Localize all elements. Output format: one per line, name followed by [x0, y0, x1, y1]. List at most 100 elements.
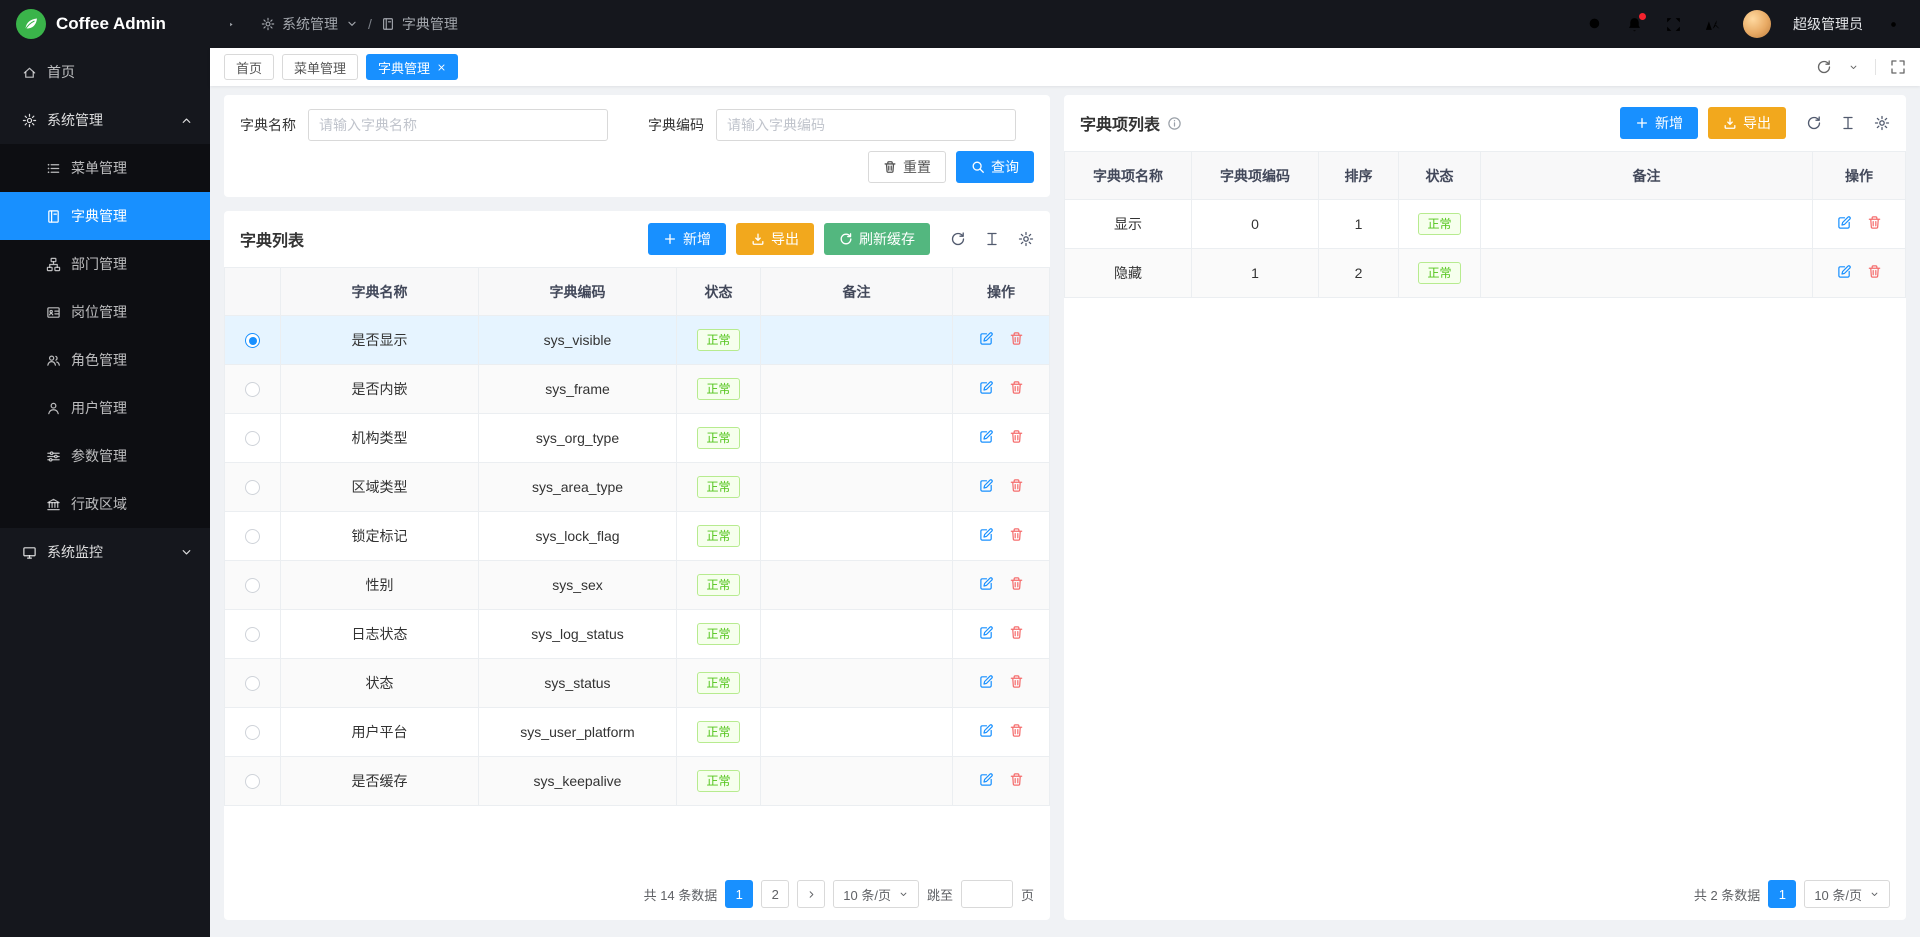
table-row[interactable]: 区域类型 sys_area_type 正常: [225, 463, 1050, 512]
edit-icon[interactable]: [979, 331, 994, 346]
table-row[interactable]: 状态 sys_status 正常: [225, 659, 1050, 708]
tab-menu-management[interactable]: 菜单管理: [282, 54, 358, 80]
edit-icon[interactable]: [1837, 264, 1852, 279]
query-label: 查询: [991, 157, 1019, 177]
row-radio[interactable]: [245, 480, 260, 495]
edit-icon[interactable]: [979, 674, 994, 689]
page-button-2[interactable]: 2: [761, 880, 789, 908]
tab-dict-management[interactable]: 字典管理: [366, 54, 458, 80]
sidebar-item-region[interactable]: 行政区域: [0, 480, 210, 528]
username[interactable]: 超级管理员: [1793, 14, 1863, 34]
edit-icon[interactable]: [979, 429, 994, 444]
table-row[interactable]: 机构类型 sys_org_type 正常: [225, 414, 1050, 463]
dict-code-input[interactable]: [716, 109, 1016, 141]
column-settings-icon[interactable]: [1874, 115, 1890, 131]
delete-icon[interactable]: [1009, 576, 1024, 591]
delete-icon[interactable]: [1867, 264, 1882, 279]
row-radio[interactable]: [245, 382, 260, 397]
sidebar-item-dict-management[interactable]: 字典管理: [0, 192, 210, 240]
row-radio[interactable]: [245, 431, 260, 446]
delete-icon[interactable]: [1009, 527, 1024, 542]
refresh-icon[interactable]: [1806, 115, 1822, 131]
row-radio[interactable]: [245, 774, 260, 789]
row-radio[interactable]: [245, 725, 260, 740]
layout-expand-icon[interactable]: [1890, 59, 1906, 75]
edit-icon[interactable]: [979, 478, 994, 493]
edit-icon[interactable]: [979, 527, 994, 542]
fullscreen-icon[interactable]: [1665, 16, 1682, 33]
delete-icon[interactable]: [1009, 723, 1024, 738]
sidebar-item-post-management[interactable]: 岗位管理: [0, 288, 210, 336]
delete-icon[interactable]: [1009, 625, 1024, 640]
export-button[interactable]: 导出: [736, 223, 814, 255]
row-radio[interactable]: [245, 578, 260, 593]
delete-icon[interactable]: [1009, 772, 1024, 787]
edit-icon[interactable]: [979, 772, 994, 787]
status-badge: 正常: [697, 672, 739, 694]
page-button-1[interactable]: 1: [725, 880, 753, 908]
sidebar-item-role-management[interactable]: 角色管理: [0, 336, 210, 384]
refresh-icon: [839, 232, 853, 246]
sidebar-item-system-management[interactable]: 系统管理: [0, 96, 210, 144]
table-row[interactable]: 性别 sys_sex 正常: [225, 561, 1050, 610]
edit-icon[interactable]: [979, 723, 994, 738]
sidebar-item-param-management[interactable]: 参数管理: [0, 432, 210, 480]
row-radio[interactable]: [245, 529, 260, 544]
table-row[interactable]: 是否显示 sys_visible 正常: [225, 316, 1050, 365]
tab-home[interactable]: 首页: [224, 54, 274, 80]
delete-icon[interactable]: [1009, 674, 1024, 689]
reset-button[interactable]: 重置: [868, 151, 946, 183]
dict-name-input[interactable]: [308, 109, 608, 141]
page-size-select[interactable]: 10 条/页: [1804, 880, 1890, 908]
page-button-1[interactable]: 1: [1768, 880, 1796, 908]
table-row[interactable]: 是否缓存 sys_keepalive 正常: [225, 757, 1050, 806]
column-settings-icon[interactable]: [1018, 231, 1034, 247]
delete-icon[interactable]: [1009, 331, 1024, 346]
sidebar-item-home[interactable]: 首页: [0, 48, 210, 96]
tabs-dropdown-icon[interactable]: [1848, 62, 1859, 73]
row-radio[interactable]: [245, 333, 260, 348]
row-radio[interactable]: [245, 676, 260, 691]
edit-icon[interactable]: [979, 576, 994, 591]
table-row[interactable]: 锁定标记 sys_lock_flag 正常: [225, 512, 1050, 561]
table-row[interactable]: 是否内嵌 sys_frame 正常: [225, 365, 1050, 414]
add-button[interactable]: 新增: [1620, 107, 1698, 139]
table-toolbar: [1806, 115, 1890, 131]
search-icon[interactable]: [1587, 16, 1604, 33]
refresh-cache-button[interactable]: 刷新缓存: [824, 223, 930, 255]
close-icon[interactable]: [437, 63, 446, 72]
edit-icon[interactable]: [1837, 215, 1852, 230]
export-button[interactable]: 导出: [1708, 107, 1786, 139]
breadcrumb-system-management[interactable]: 系统管理: [282, 14, 338, 34]
delete-icon[interactable]: [1009, 380, 1024, 395]
delete-icon[interactable]: [1867, 215, 1882, 230]
sidebar-item-dept-management[interactable]: 部门管理: [0, 240, 210, 288]
table-row[interactable]: 显示 0 1 正常: [1065, 200, 1906, 249]
column-height-icon[interactable]: [984, 231, 1000, 247]
add-button[interactable]: 新增: [648, 223, 726, 255]
sidebar-item-system-monitor[interactable]: 系统监控: [0, 528, 210, 576]
table-row[interactable]: 隐藏 1 2 正常: [1065, 249, 1906, 298]
jump-page-input[interactable]: [961, 880, 1013, 908]
refresh-icon[interactable]: [950, 231, 966, 247]
table-row[interactable]: 日志状态 sys_log_status 正常: [225, 610, 1050, 659]
settings-gear-icon[interactable]: [1885, 16, 1902, 33]
delete-icon[interactable]: [1009, 478, 1024, 493]
edit-icon[interactable]: [979, 625, 994, 640]
column-height-icon[interactable]: [1840, 115, 1856, 131]
notification-button[interactable]: [1626, 16, 1643, 33]
edit-icon[interactable]: [979, 380, 994, 395]
sidebar-collapse-icon[interactable]: [228, 16, 245, 33]
sidebar-item-user-management[interactable]: 用户管理: [0, 384, 210, 432]
refresh-icon[interactable]: [1816, 59, 1832, 75]
page-size-select[interactable]: 10 条/页: [833, 880, 919, 908]
next-page-button[interactable]: [797, 880, 825, 908]
avatar[interactable]: [1743, 10, 1771, 38]
translate-icon[interactable]: [1704, 16, 1721, 33]
row-radio[interactable]: [245, 627, 260, 642]
delete-icon[interactable]: [1009, 429, 1024, 444]
query-button[interactable]: 查询: [956, 151, 1034, 183]
sidebar-item-menu-management[interactable]: 菜单管理: [0, 144, 210, 192]
add-label: 新增: [683, 229, 711, 249]
table-row[interactable]: 用户平台 sys_user_platform 正常: [225, 708, 1050, 757]
